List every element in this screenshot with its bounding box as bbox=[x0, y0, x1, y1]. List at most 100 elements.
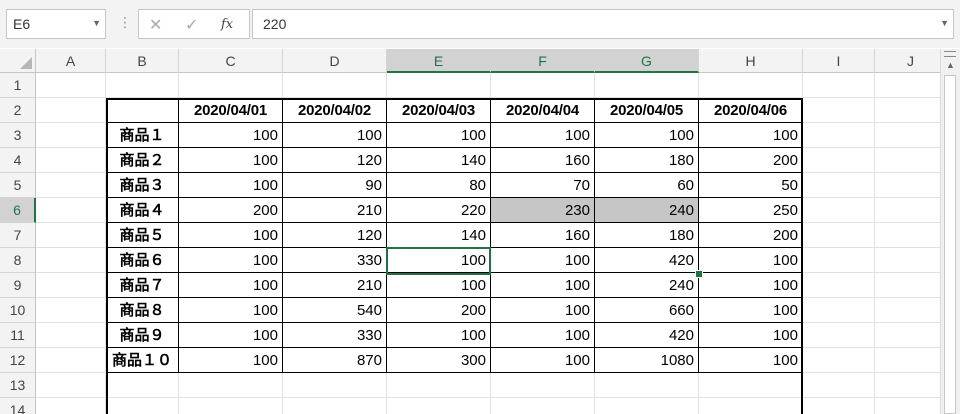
table-cell[interactable]: 100 bbox=[179, 148, 283, 173]
table-cell[interactable]: 210 bbox=[283, 273, 387, 298]
table-cell[interactable]: 180 bbox=[595, 223, 699, 248]
insert-function-icon[interactable]: fx bbox=[221, 17, 233, 32]
name-box[interactable]: E6 ▼ bbox=[6, 9, 106, 39]
row-header[interactable]: 3 bbox=[0, 123, 36, 148]
table-cell[interactable]: 300 bbox=[387, 348, 491, 373]
table-cell[interactable]: 100 bbox=[699, 323, 803, 348]
table-cell[interactable]: 100 bbox=[491, 323, 595, 348]
column-header[interactable]: I bbox=[803, 49, 875, 73]
column-header[interactable]: D bbox=[283, 49, 387, 73]
table-cell[interactable]: 100 bbox=[179, 223, 283, 248]
row-header[interactable]: 1 bbox=[0, 73, 36, 98]
table-header-cell[interactable] bbox=[106, 98, 179, 123]
row-header[interactable]: 14 bbox=[0, 398, 36, 414]
table-cell[interactable]: 100 bbox=[491, 298, 595, 323]
table-cell[interactable]: 330 bbox=[283, 248, 387, 273]
table-cell[interactable]: 100 bbox=[491, 123, 595, 148]
select-all-button[interactable] bbox=[0, 49, 36, 73]
row-header[interactable]: 11 bbox=[0, 323, 36, 348]
expand-formula-icon[interactable]: ▼ bbox=[940, 18, 949, 28]
table-cell[interactable]: 250 bbox=[699, 198, 803, 223]
row-header[interactable]: 6 bbox=[0, 198, 36, 223]
column-header[interactable]: C bbox=[179, 49, 283, 73]
table-cell[interactable]: 120 bbox=[283, 223, 387, 248]
enter-icon[interactable]: ✓ bbox=[185, 15, 198, 35]
cancel-icon[interactable]: ✕ bbox=[149, 15, 162, 35]
table-cell[interactable]: 100 bbox=[387, 273, 491, 298]
row-label-cell[interactable]: 商品４ bbox=[106, 198, 179, 223]
column-header[interactable]: G bbox=[595, 49, 699, 73]
table-cell[interactable]: 100 bbox=[491, 348, 595, 373]
column-header[interactable]: B bbox=[106, 49, 179, 73]
table-cell[interactable]: 210 bbox=[283, 198, 387, 223]
table-header-cell[interactable]: 2020/04/02 bbox=[283, 98, 387, 123]
row-header[interactable]: 8 bbox=[0, 248, 36, 273]
table-cell[interactable]: 80 bbox=[387, 173, 491, 198]
table-cell[interactable]: 100 bbox=[179, 298, 283, 323]
table-cell[interactable]: 120 bbox=[283, 148, 387, 173]
row-label-cell[interactable]: 商品２ bbox=[106, 148, 179, 173]
column-header[interactable]: H bbox=[699, 49, 803, 73]
column-header[interactable]: F bbox=[491, 49, 595, 73]
table-cell[interactable]: 50 bbox=[699, 173, 803, 198]
table-cell[interactable]: 660 bbox=[595, 298, 699, 323]
table-cell[interactable]: 100 bbox=[283, 123, 387, 148]
row-label-cell[interactable]: 商品６ bbox=[106, 248, 179, 273]
table-cell[interactable]: 180 bbox=[595, 148, 699, 173]
table-cell[interactable]: 540 bbox=[283, 298, 387, 323]
scroll-up-icon[interactable]: ▲ bbox=[941, 57, 960, 73]
table-cell[interactable]: 220 bbox=[387, 198, 491, 223]
table-cell[interactable]: 200 bbox=[179, 198, 283, 223]
table-cell[interactable]: 60 bbox=[595, 173, 699, 198]
table-cell[interactable]: 330 bbox=[283, 323, 387, 348]
table-cell[interactable]: 200 bbox=[699, 148, 803, 173]
row-header[interactable]: 7 bbox=[0, 223, 36, 248]
table-cell[interactable]: 1080 bbox=[595, 348, 699, 373]
table-cell[interactable]: 100 bbox=[179, 323, 283, 348]
table-cell[interactable]: 870 bbox=[283, 348, 387, 373]
column-header[interactable]: E bbox=[387, 49, 491, 73]
table-cell[interactable]: 100 bbox=[179, 248, 283, 273]
table-cell[interactable]: 160 bbox=[491, 223, 595, 248]
table-cell[interactable]: 100 bbox=[699, 348, 803, 373]
table-header-cell[interactable]: 2020/04/01 bbox=[179, 98, 283, 123]
table-cell[interactable]: 100 bbox=[699, 273, 803, 298]
row-label-cell[interactable]: 商品７ bbox=[106, 273, 179, 298]
table-cell[interactable]: 100 bbox=[595, 123, 699, 148]
row-header[interactable]: 4 bbox=[0, 148, 36, 173]
table-cell[interactable]: 240 bbox=[595, 198, 699, 223]
row-header[interactable]: 9 bbox=[0, 273, 36, 298]
row-label-cell[interactable]: 商品１０ bbox=[106, 348, 179, 373]
row-label-cell[interactable]: 商品３ bbox=[106, 173, 179, 198]
row-header[interactable]: 12 bbox=[0, 348, 36, 373]
row-header[interactable]: 13 bbox=[0, 373, 36, 398]
table-cell[interactable]: 240 bbox=[595, 273, 699, 298]
table-cell[interactable]: 100 bbox=[179, 123, 283, 148]
column-header[interactable]: A bbox=[36, 49, 106, 73]
table-cell[interactable]: 70 bbox=[491, 173, 595, 198]
table-cell[interactable]: 100 bbox=[491, 273, 595, 298]
table-header-cell[interactable]: 2020/04/04 bbox=[491, 98, 595, 123]
formula-input[interactable]: 220 ▼ bbox=[252, 9, 954, 39]
table-cell[interactable]: 420 bbox=[595, 323, 699, 348]
table-cell[interactable]: 140 bbox=[387, 148, 491, 173]
table-cell[interactable]: 160 bbox=[491, 148, 595, 173]
row-header[interactable]: 5 bbox=[0, 173, 36, 198]
table-header-cell[interactable]: 2020/04/03 bbox=[387, 98, 491, 123]
table-cell[interactable]: 100 bbox=[387, 248, 491, 273]
table-cell[interactable]: 100 bbox=[387, 123, 491, 148]
table-cell[interactable]: 100 bbox=[179, 173, 283, 198]
row-label-cell[interactable]: 商品９ bbox=[106, 323, 179, 348]
table-cell[interactable]: 100 bbox=[179, 273, 283, 298]
table-cell[interactable]: 90 bbox=[283, 173, 387, 198]
scroll-thumb[interactable] bbox=[944, 75, 956, 414]
table-cell[interactable]: 100 bbox=[699, 298, 803, 323]
row-label-cell[interactable]: 商品５ bbox=[106, 223, 179, 248]
row-label-cell[interactable]: 商品８ bbox=[106, 298, 179, 323]
row-label-cell[interactable]: 商品１ bbox=[106, 123, 179, 148]
table-cell[interactable]: 200 bbox=[699, 223, 803, 248]
row-header[interactable]: 2 bbox=[0, 98, 36, 123]
more-icon[interactable]: ⋮ bbox=[118, 14, 132, 31]
table-cell[interactable]: 230 bbox=[491, 198, 595, 223]
table-cell[interactable]: 100 bbox=[699, 123, 803, 148]
